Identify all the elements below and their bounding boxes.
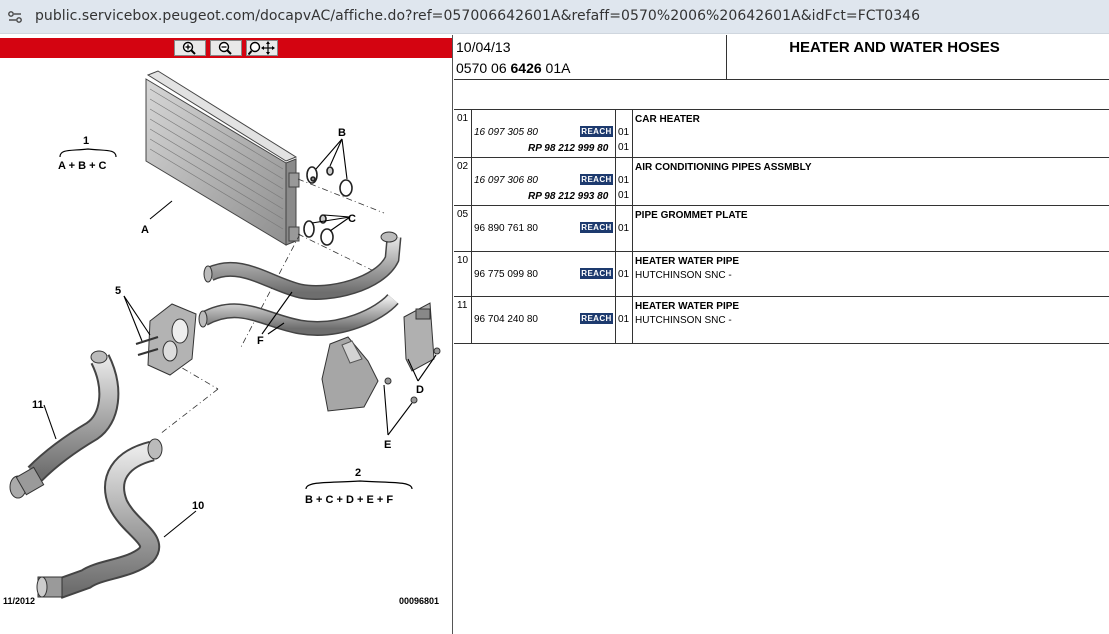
- page-title: HEATER AND WATER HOSES: [789, 39, 1000, 56]
- part-number[interactable]: 16 097 306 80: [474, 175, 538, 186]
- table-row[interactable]: 11 96 704 240 80 REACH 01 HEATER WATER P…: [454, 297, 1109, 343]
- callout-5: 5: [115, 285, 121, 297]
- callout-b: B: [338, 127, 346, 139]
- part-number[interactable]: 96 890 761 80: [474, 223, 538, 234]
- heater-water-pipe-11-part[interactable]: [9, 350, 120, 499]
- callout-group-1: 1: [83, 135, 89, 147]
- ac-pipes-part[interactable]: [198, 231, 402, 336]
- reach-badge: REACH: [580, 126, 613, 137]
- quantity: 01: [618, 269, 630, 280]
- table-row[interactable]: 10 96 775 099 80 REACH 01 HEATER WATER P…: [454, 252, 1109, 297]
- callout-e: E: [384, 439, 391, 451]
- callout-10: 10: [192, 500, 204, 512]
- table-row[interactable]: 01 16 097 305 80 REACH 01 RP 98 212 999 …: [454, 110, 1109, 158]
- exploded-parts-diagram: 1 A + B + C A B C F 5 D E 11 10 2 B + C …: [9, 70, 441, 599]
- header-reference: 0570 06 6426 01A: [456, 60, 570, 76]
- row-ref: 01: [457, 113, 469, 124]
- zoom-in-button[interactable]: [174, 40, 206, 56]
- row-ref: 11: [457, 300, 468, 311]
- part-description: HEATER WATER PIPE: [635, 256, 740, 267]
- tune-icon[interactable]: [7, 9, 23, 25]
- row-ref: 02: [457, 161, 469, 172]
- part-supplier: HUTCHINSON SNC -: [635, 315, 732, 326]
- parts-panel: 10/04/13 0570 06 6426 01A HEATER AND WAT…: [454, 35, 1109, 634]
- quantity: 01: [618, 223, 630, 234]
- table-row[interactable]: 02 16 097 306 80 REACH 01 RP 98 212 993 …: [454, 158, 1109, 206]
- part-description: PIPE GROMMET PLATE: [635, 210, 748, 221]
- zoom-move-icon: [248, 41, 275, 55]
- part-description: CAR HEATER: [635, 114, 700, 125]
- seal-set-c[interactable]: [303, 214, 334, 246]
- zoom-in-icon: [182, 41, 196, 55]
- diagram-date: 11/2012: [3, 596, 36, 606]
- callout-f: F: [257, 335, 264, 347]
- quantity: 01: [618, 127, 630, 138]
- ref-suffix: 01A: [541, 60, 571, 76]
- parts-header: 10/04/13 0570 06 6426 01A HEATER AND WAT…: [454, 35, 1109, 80]
- part-supplier: HUTCHINSON SNC -: [635, 270, 732, 281]
- reach-badge: REACH: [580, 313, 613, 324]
- heater-core-part[interactable]: [145, 70, 300, 246]
- bracket-e-part[interactable]: [321, 336, 418, 412]
- grommet-plate-part[interactable]: [135, 303, 197, 376]
- callout-group-1-formula: A + B + C: [58, 160, 107, 172]
- part-description: AIR CONDITIONING PIPES ASSMBLY: [635, 162, 812, 173]
- quantity: 01: [618, 314, 630, 325]
- header-date: 10/04/13: [456, 39, 511, 55]
- diagram-panel: 1 A + B + C A B C F 5 D E 11 10 2 B + C …: [0, 35, 453, 634]
- part-number[interactable]: 96 704 240 80: [474, 314, 538, 325]
- quantity: 01: [618, 190, 630, 201]
- url-text[interactable]: public.servicebox.peugeot.com/docapvAC/a…: [35, 8, 920, 24]
- callout-c: C: [348, 213, 356, 225]
- replacement-part-number[interactable]: RP 98 212 999 80: [528, 143, 608, 154]
- callout-group-2-formula: B + C + D + E + F: [305, 494, 393, 506]
- reach-badge: REACH: [580, 174, 613, 185]
- row-ref: 05: [457, 209, 469, 220]
- callout-a: A: [141, 224, 149, 236]
- part-description: HEATER WATER PIPE: [635, 301, 740, 312]
- zoom-toolbar: [0, 38, 452, 58]
- row-ref: 10: [457, 255, 469, 266]
- callout-d: D: [416, 384, 424, 396]
- parts-table: 01 16 097 305 80 REACH 01 RP 98 212 999 …: [454, 110, 1109, 344]
- part-number[interactable]: 16 097 305 80: [474, 127, 538, 138]
- callout-11: 11: [32, 399, 44, 411]
- quantity: 01: [618, 142, 630, 153]
- reach-badge: REACH: [580, 268, 613, 279]
- zoom-move-button[interactable]: [246, 40, 278, 56]
- ref-prefix: 0570 06: [456, 60, 511, 76]
- seal-set-b[interactable]: [306, 166, 353, 197]
- zoom-out-icon: [218, 41, 232, 55]
- ref-bold: 6426: [510, 60, 542, 76]
- replacement-part-number[interactable]: RP 98 212 993 80: [528, 191, 608, 202]
- diagram-code: 00096801: [399, 596, 440, 606]
- quantity: 01: [618, 175, 630, 186]
- table-row[interactable]: 05 96 890 761 80 REACH 01 PIPE GROMMET P…: [454, 206, 1109, 252]
- reach-badge: REACH: [580, 222, 613, 233]
- address-bar[interactable]: public.servicebox.peugeot.com/docapvAC/a…: [0, 0, 1109, 34]
- zoom-out-button[interactable]: [210, 40, 242, 56]
- part-number[interactable]: 96 775 099 80: [474, 269, 538, 280]
- callout-group-2: 2: [355, 467, 361, 479]
